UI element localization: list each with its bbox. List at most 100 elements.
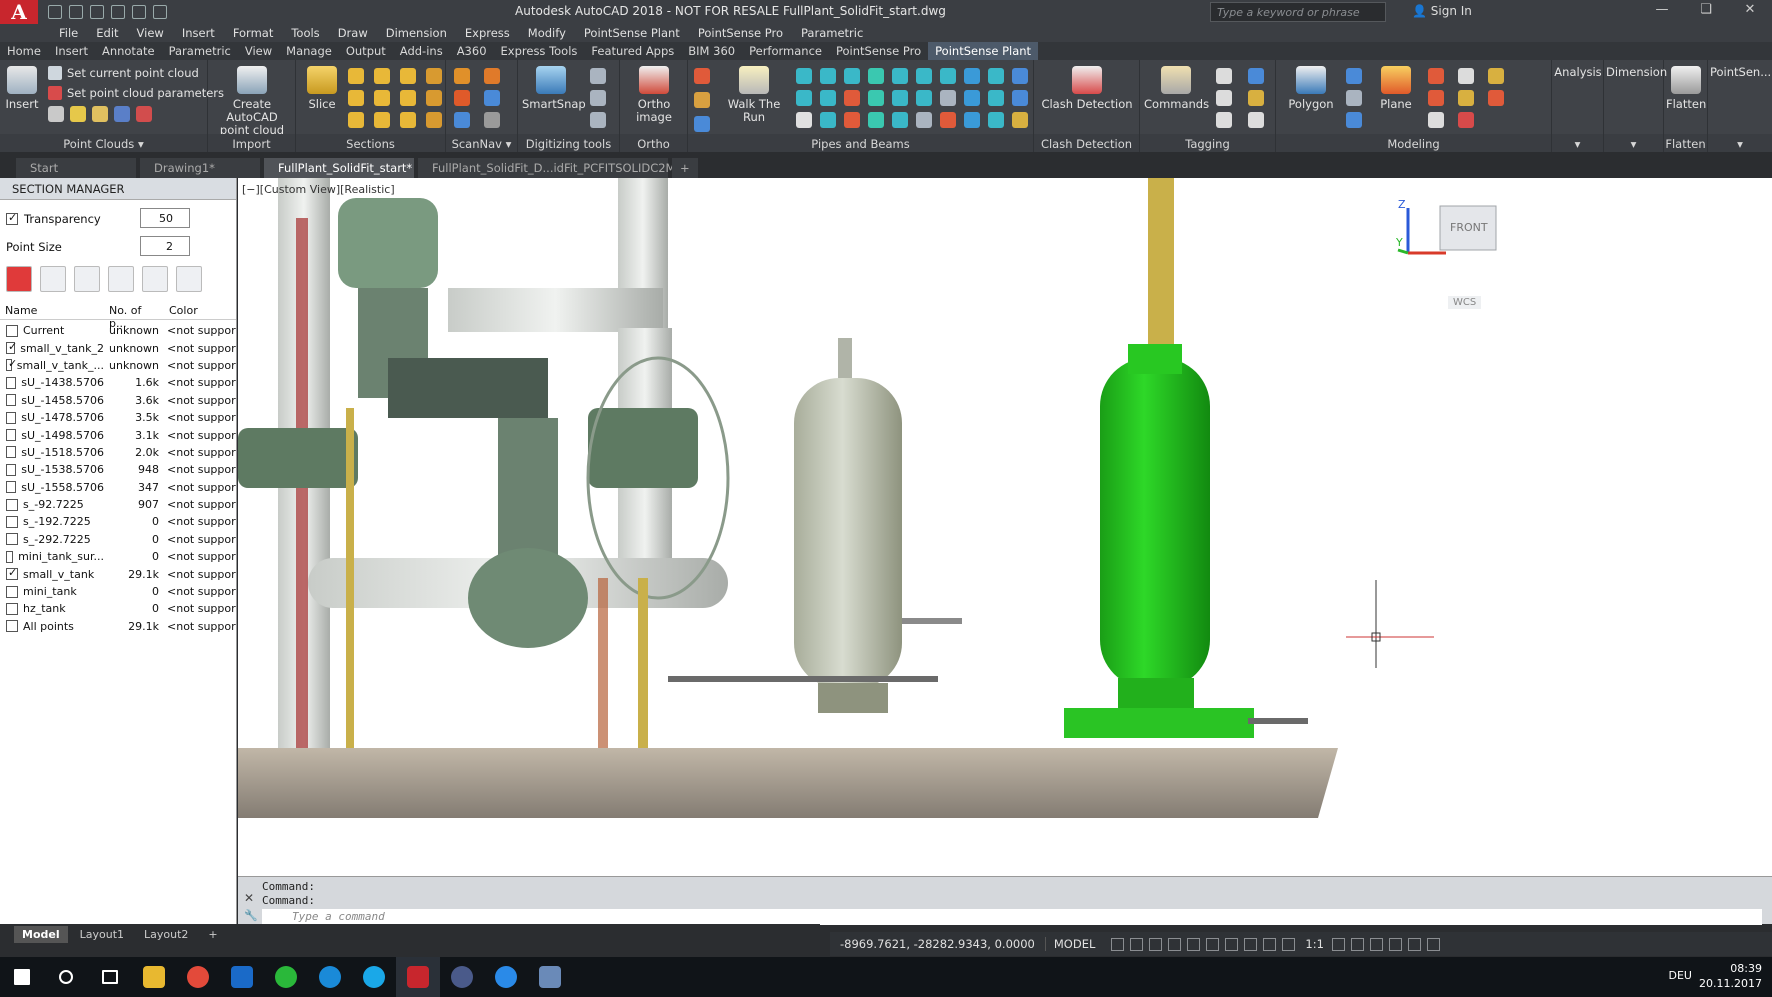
dimension-button[interactable]: Dimension [1606,66,1667,79]
viewport-label[interactable]: [−][Custom View][Realistic] [242,183,395,196]
pipe-tool-icon[interactable] [796,68,812,84]
pipe-tool-icon[interactable] [844,90,860,106]
layout-tab-layout1[interactable]: Layout1 [72,926,132,943]
table-row[interactable]: hz_tank 0 <not support... [0,600,236,617]
digitize-tool-icon[interactable] [590,90,606,106]
row-visibility-checkbox[interactable] [6,568,18,581]
table-row[interactable]: s_-192.7225 0 <not support... [0,513,236,530]
scannav-tool-icon[interactable] [484,68,500,84]
section-tool-icon[interactable] [400,68,416,84]
grid-icon[interactable] [1111,937,1125,951]
pipe-tool-icon[interactable] [988,112,1004,128]
skype-business-button[interactable] [308,957,352,997]
model-space-toggle[interactable]: MODEL [1044,937,1104,951]
tag-tool-icon[interactable] [1216,112,1232,128]
tag-tool-icon[interactable] [1216,90,1232,106]
pipe-tool-icon[interactable] [892,90,908,106]
layout-tab-model[interactable]: Model [14,925,68,943]
clean-screen-icon[interactable] [1407,937,1421,951]
move-section-icon[interactable] [74,266,100,292]
customization-icon[interactable] [1426,937,1440,951]
autocad-logo-icon[interactable]: A [0,0,38,24]
close-icon[interactable]: ✕ [1728,2,1772,22]
menu-file[interactable]: File [50,24,87,42]
table-row[interactable]: sU_-1518.5706 2.0k <not support... [0,444,236,461]
search-button[interactable] [44,957,88,997]
pipe-tool-icon[interactable] [940,90,956,106]
lineweight-icon[interactable] [1225,937,1239,951]
transparency-option[interactable]: Transparency [6,211,101,226]
point-size-input[interactable]: 2 [140,236,190,256]
pipe-tool-icon[interactable] [844,112,860,128]
section-tool-icon[interactable] [400,112,416,128]
menu-dimension[interactable]: Dimension [377,24,456,42]
minimize-icon[interactable]: — [1640,2,1684,22]
close-command-icon[interactable]: ✕ [244,891,254,905]
pipe-tool-icon[interactable] [964,90,980,106]
section-tool-icon[interactable] [348,68,364,84]
annotation-scale[interactable]: 1:1 [1305,937,1324,951]
pipe-tool-icon[interactable] [988,90,1004,106]
pipe-tool-icon[interactable] [1012,68,1028,84]
commands-button[interactable]: Commands [1144,66,1209,111]
snap-icon[interactable] [1130,937,1144,951]
undo-icon[interactable] [111,5,125,19]
digitize-tool-icon[interactable] [590,68,606,84]
section-tool-icon[interactable] [348,112,364,128]
osnap-icon[interactable] [1187,937,1201,951]
pipe-tool-icon[interactable] [916,90,932,106]
create-autocad-point-cloud-button[interactable]: Create AutoCAD point cloud [212,66,292,137]
annotation-icon[interactable] [1282,937,1296,951]
table-row[interactable]: s_-92.7225 907 <not support... [0,496,236,513]
tab-featured-apps[interactable]: Featured Apps [584,42,681,60]
menu-parametric[interactable]: Parametric [792,24,872,42]
section-tool-icon[interactable] [374,90,390,106]
tab-express-tools[interactable]: Express Tools [494,42,585,60]
table-row[interactable]: small_v_tank 29.1k <not support... [0,565,236,582]
new-icon[interactable] [48,5,62,19]
pipe-tool-icon[interactable] [820,112,836,128]
pipe-tool-icon[interactable] [1012,90,1028,106]
tab-a360[interactable]: A360 [450,42,494,60]
flatten-button[interactable]: Flatten [1666,66,1706,111]
pipe-tool-icon[interactable] [940,112,956,128]
pipe-tool-icon[interactable] [694,92,710,108]
hardware-acceleration-icon[interactable] [1388,937,1402,951]
clash-detection-button[interactable]: Clash Detection [1040,66,1134,111]
export-section-icon[interactable] [176,266,202,292]
row-visibility-checkbox[interactable] [6,550,14,563]
row-visibility-checkbox[interactable] [6,602,18,615]
add-layout-button[interactable]: + [200,926,225,943]
table-row[interactable]: sU_-1458.5706 3.6k <not support... [0,392,236,409]
table-row[interactable]: small_v_tank_... unknown <not support... [0,357,236,374]
pipe-tool-icon[interactable] [868,68,884,84]
analysis-button[interactable]: Analysis [1554,66,1602,79]
tab-home[interactable]: Home [0,42,48,60]
copy-section-icon[interactable] [108,266,134,292]
model-tool-icon[interactable] [1458,90,1474,106]
pipe-tool-icon[interactable] [964,68,980,84]
digitize-tool-icon[interactable] [590,112,606,128]
section-tool-icon[interactable] [374,68,390,84]
wcs-menu[interactable]: WCS [1448,296,1482,309]
pipe-tool-icon[interactable] [1012,112,1028,128]
tag-tool-icon[interactable] [1248,68,1264,84]
new-section-icon[interactable] [6,266,32,292]
tab-annotate[interactable]: Annotate [95,42,162,60]
dimension-expand-button[interactable]: ▾ [1604,134,1663,152]
panel-label-scannav[interactable]: ScanNav ▾ [446,134,517,152]
pipe-tool-icon[interactable] [868,112,884,128]
table-row[interactable]: s_-292.7225 0 <not support... [0,531,236,548]
column-name[interactable]: Name [0,302,104,319]
pointsense-button[interactable]: PointSen... [1710,66,1771,79]
model-tool-icon[interactable] [1458,112,1474,128]
pipe-tool-icon[interactable] [796,112,812,128]
ie-button[interactable] [484,957,528,997]
workspace-gear-icon[interactable] [1331,937,1345,951]
outlook-button[interactable] [220,957,264,997]
restore-icon[interactable]: ❏ [1684,2,1728,22]
menu-draw[interactable]: Draw [329,24,377,42]
menu-view[interactable]: View [128,24,173,42]
table-row[interactable]: Current unknown <not support... [0,322,236,339]
table-row[interactable]: mini_tank_sur... 0 <not support... [0,548,236,565]
